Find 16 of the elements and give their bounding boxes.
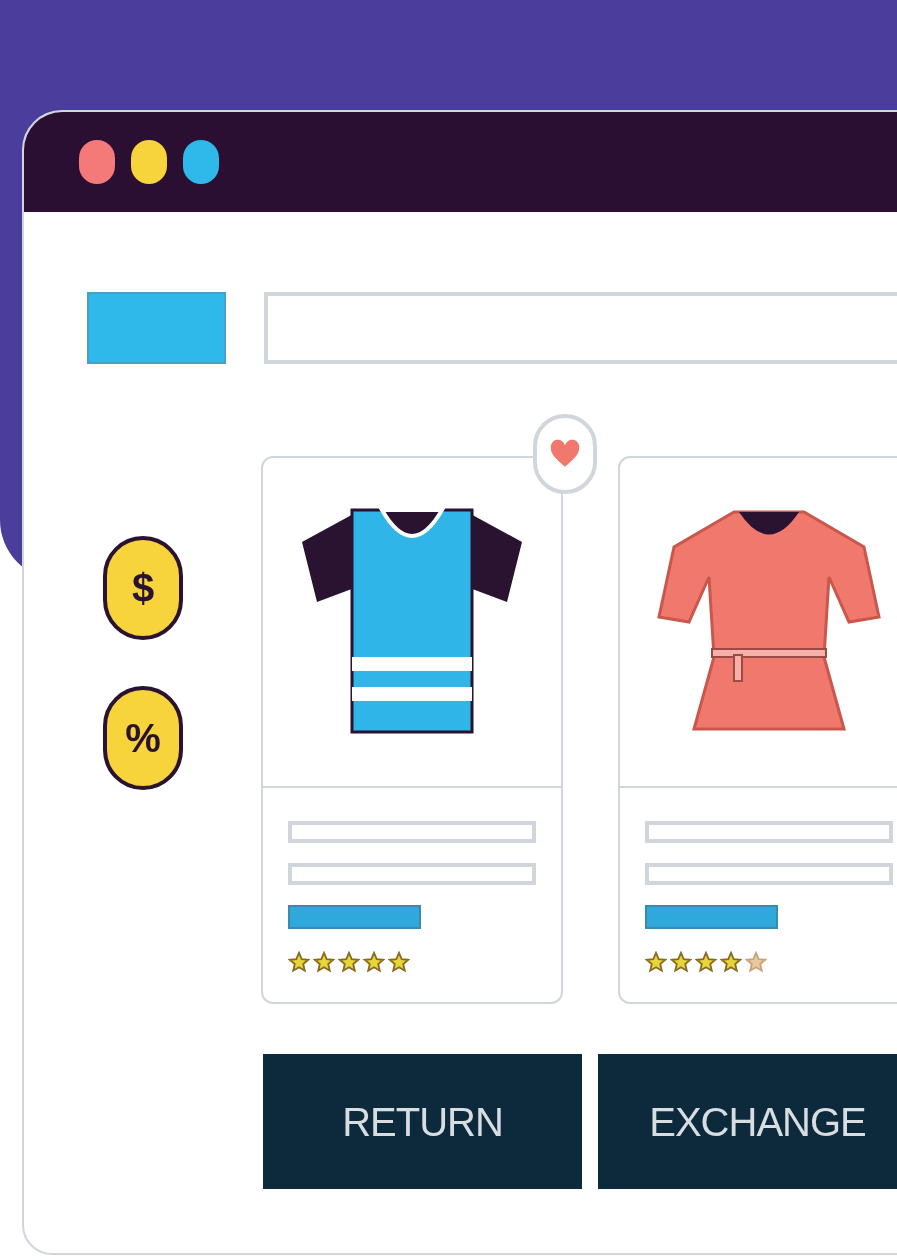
star-icon: [338, 951, 360, 973]
coin-badge[interactable]: %: [103, 686, 183, 790]
star-icon: [363, 951, 385, 973]
star-icon: [745, 951, 767, 973]
star-icon: [288, 951, 310, 973]
star-icon: [388, 951, 410, 973]
search-field[interactable]: [263, 292, 897, 364]
action-button[interactable]: EXCHANGE: [598, 1054, 897, 1189]
product-card[interactable]: [261, 456, 563, 1004]
star-icon: [695, 951, 717, 973]
star-icon: [645, 951, 667, 973]
coin-badge[interactable]: $: [103, 536, 183, 640]
star-icon: [720, 951, 742, 973]
star-icon: [313, 951, 335, 973]
star-icon: [670, 951, 692, 973]
action-button[interactable]: RETURN: [263, 1054, 582, 1189]
